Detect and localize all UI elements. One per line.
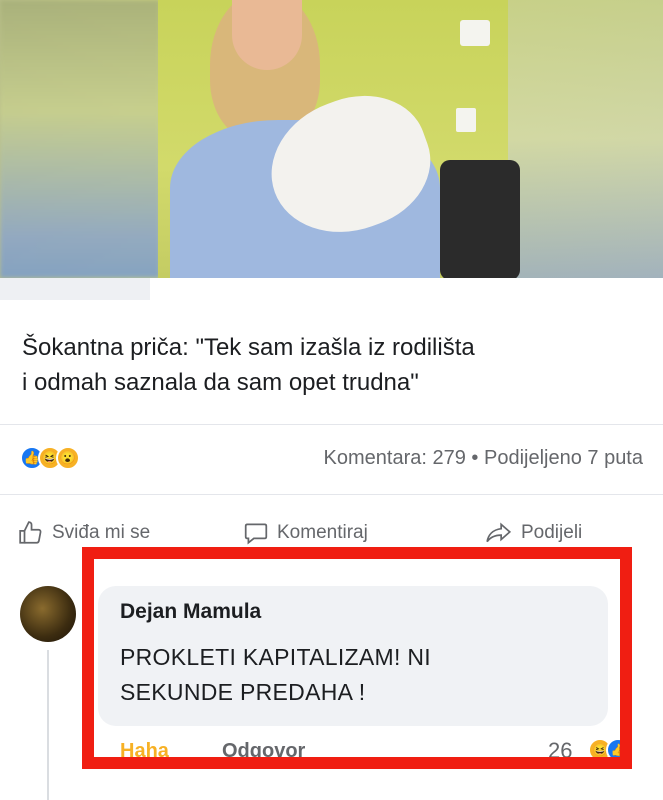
divider [0, 494, 663, 495]
comment-thread-line [47, 650, 49, 800]
wow-icon: 😮 [56, 446, 80, 470]
post-photo[interactable] [0, 0, 663, 278]
comment-haha-reaction-button[interactable]: Haha [120, 740, 169, 763]
avatar[interactable] [20, 586, 76, 642]
shade [0, 278, 150, 300]
comment-author[interactable]: Dejan Mamula [120, 600, 261, 624]
comment-reaction-count[interactable]: 26 [548, 738, 572, 764]
comment-text: PROKLETI KAPITALIZAM! NI SEKUNDE PREDAHA… [120, 640, 590, 710]
post-action-bar: Sviđa mi se Komentiraj Podijeli [0, 512, 663, 552]
comment-reactions[interactable]: 😆 👍 [588, 738, 630, 762]
comment-button-label: Komentiraj [277, 522, 368, 543]
like-button[interactable]: Sviđa mi se [18, 520, 150, 546]
post-title[interactable]: Šokantna priča: "Tek sam izašla iz rodil… [22, 330, 642, 400]
post-title-line1: Šokantna priča: "Tek sam izašla iz rodil… [22, 334, 475, 361]
comment-bubble-icon [244, 523, 268, 545]
comment-reply-button[interactable]: Odgovor [222, 740, 305, 763]
like-icon: 👍 [606, 738, 630, 762]
thumbs-up-icon [19, 521, 42, 544]
share-button[interactable]: Podijeli [485, 520, 582, 546]
divider [0, 424, 663, 425]
photo-bottom-band [0, 278, 663, 300]
photo-woman-face [232, 0, 302, 70]
photo-chair [440, 160, 520, 278]
photo-blur-right [508, 0, 663, 278]
post-reactions[interactable]: 👍 😆 😮 [20, 446, 80, 472]
share-arrow-icon [486, 522, 512, 543]
photo-blur-left [0, 0, 160, 278]
like-button-label: Sviđa mi se [52, 522, 151, 543]
comment-text-line1: PROKLETI KAPITALIZAM! NI [120, 644, 431, 670]
comment-button[interactable]: Komentiraj [243, 520, 368, 546]
photo-wall-socket [460, 20, 490, 46]
photo-wall-switch [456, 108, 476, 132]
comment-text-line2: SEKUNDE PREDAHA ! [120, 679, 366, 705]
share-button-label: Podijeli [521, 522, 583, 543]
post-title-line2: i odmah saznala da sam opet trudna" [22, 369, 419, 396]
post-stats[interactable]: Komentara: 279 • Podijeljeno 7 puta [324, 447, 643, 470]
